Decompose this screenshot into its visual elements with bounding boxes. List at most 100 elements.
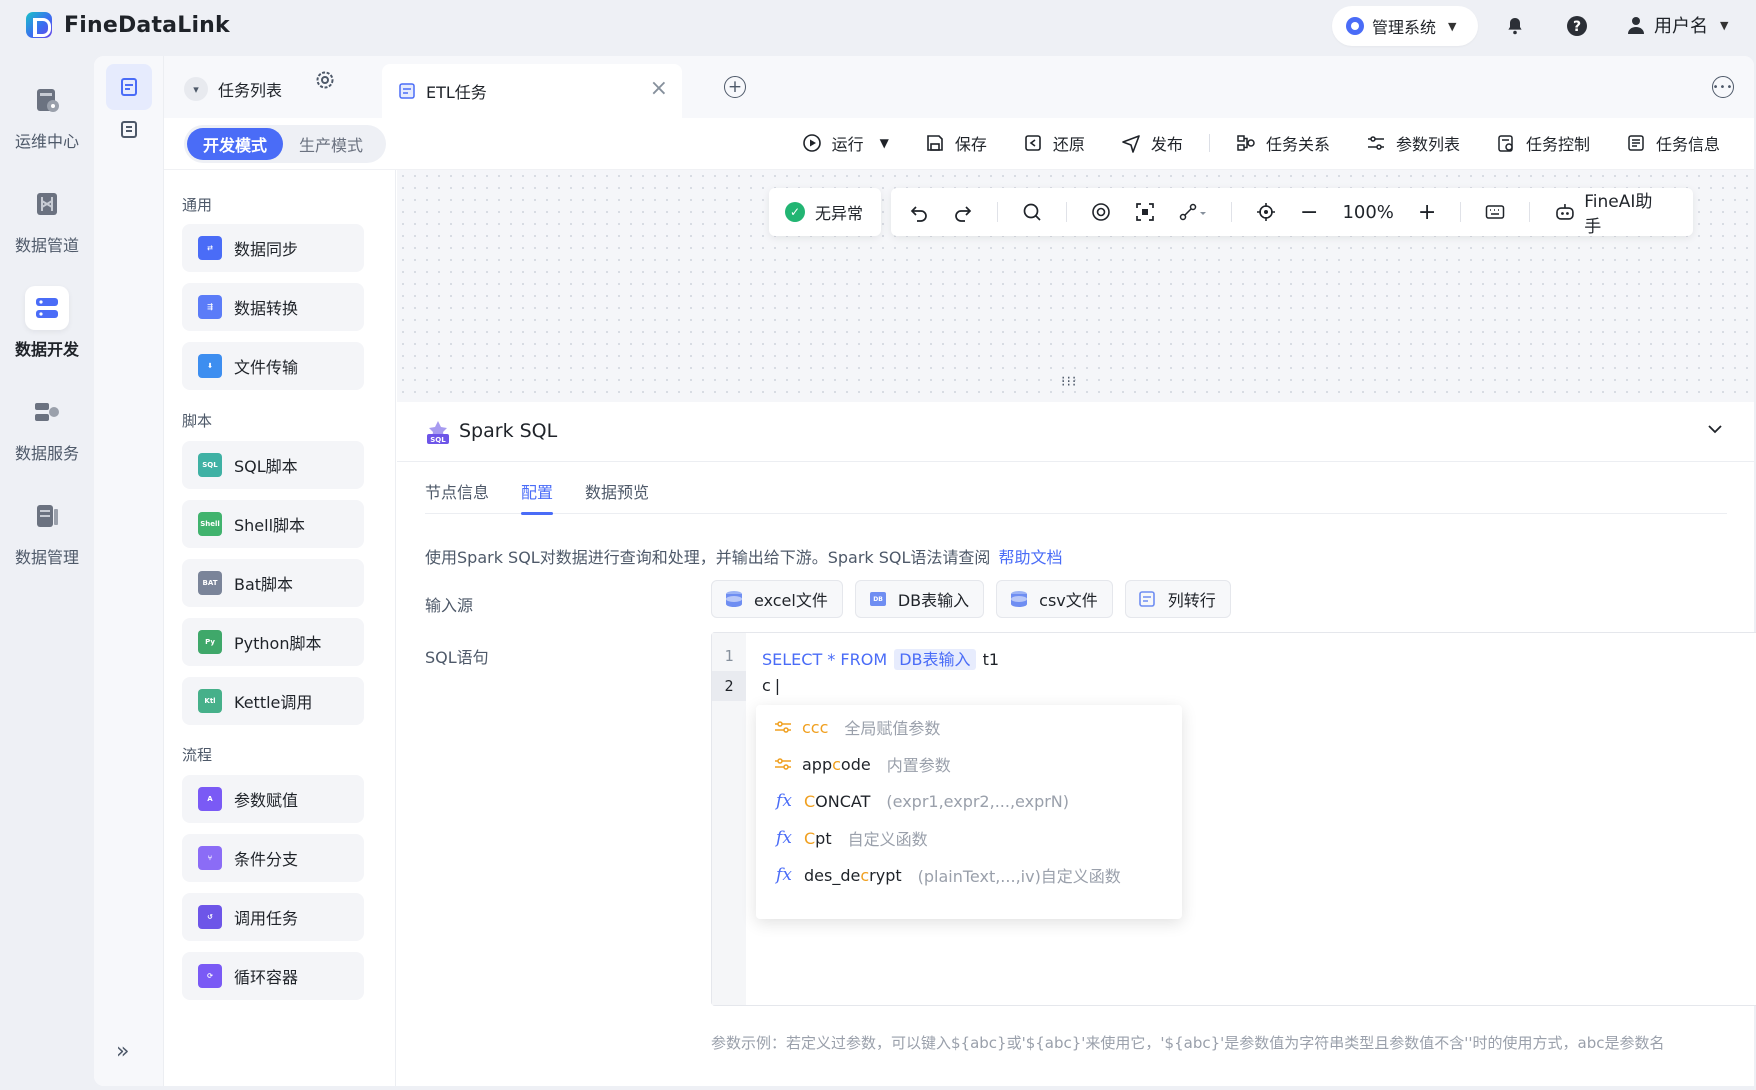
resize-grip-icon[interactable]: ⁝⁝⁝ <box>1061 374 1077 390</box>
input-chip-excel[interactable]: excel文件 <box>711 580 843 618</box>
dev-tasks-icon[interactable] <box>106 64 152 110</box>
restore-icon <box>1025 135 1041 151</box>
task-relations-button[interactable]: 任务关系 <box>1236 131 1330 155</box>
bat-script-icon: BAT <box>198 571 222 595</box>
panel-title: Spark SQL <box>459 420 558 442</box>
left-nav: 运维中心 数据管道 数据开发 数据服务 数据管理 <box>0 52 94 1090</box>
palette-item-file-transfer[interactable]: ⬇ 文件传输 <box>182 342 364 390</box>
nav-label: 数据开发 <box>14 340 79 359</box>
palette-item-kettle-call[interactable]: Ktl Kettle调用 <box>182 677 364 725</box>
expand-sidebar-icon[interactable]: » <box>116 1039 129 1064</box>
eye-icon[interactable] <box>1091 202 1111 222</box>
suggestion-item[interactable]: fx CONCAT (expr1,expr2,...,exprN) <box>774 789 1069 813</box>
tab-etl-task[interactable]: ETL任务 × <box>382 64 682 118</box>
tab-config[interactable]: 配置 <box>521 468 554 515</box>
zoom-out-icon[interactable]: − <box>1300 200 1318 225</box>
logo-icon <box>26 12 52 38</box>
palette-item-label: Python脚本 <box>234 634 322 653</box>
panel-tabs: 节点信息 配置 数据预览 <box>425 468 1727 515</box>
nav-data-dev[interactable]: 数据开发 <box>0 286 94 360</box>
user-menu[interactable]: 用户名 ▼ <box>1626 12 1728 38</box>
tab-task-list[interactable]: ▾ 任务列表 <box>172 66 372 112</box>
palette-item-param-assign[interactable]: A 参数赋值 <box>182 775 364 823</box>
restore-button[interactable]: 还原 <box>1023 131 1085 155</box>
palette-item-loop-container[interactable]: ⟳ 循环容器 <box>182 952 364 1000</box>
keyboard-icon[interactable] <box>1485 204 1505 220</box>
more-icon[interactable]: ••• <box>1712 76 1734 98</box>
close-icon[interactable]: × <box>650 78 668 100</box>
save-icon <box>927 135 943 151</box>
sql-keyword: SELECT * FROM <box>762 650 888 669</box>
system-label: 管理系统 <box>1372 18 1437 37</box>
match-highlight: c <box>860 865 870 885</box>
canvas-divider <box>1066 202 1067 222</box>
system-switcher[interactable]: 管理系统 ▼ <box>1332 6 1478 46</box>
input-chip-csv[interactable]: csv文件 <box>996 580 1113 618</box>
fit-view-icon[interactable] <box>1135 202 1155 222</box>
task-control-button[interactable]: 任务控制 <box>1496 131 1590 155</box>
mode-toggle[interactable]: 开发模式 生产模式 <box>184 125 386 163</box>
tab-node-info[interactable]: 节点信息 <box>425 468 489 514</box>
palette-item-condition-branch[interactable]: ⑂ 条件分支 <box>182 834 364 882</box>
function-icon: fx <box>776 865 792 885</box>
line-number: 1 <box>724 647 734 665</box>
suggestion-item[interactable]: fx des_decrypt (plainText,...,iv)自定义函数 <box>774 863 1121 887</box>
chip-label: excel文件 <box>754 591 828 610</box>
undo-icon[interactable] <box>909 202 929 222</box>
suggestion-item[interactable]: ccc 全局赋值参数 <box>774 715 940 739</box>
clipboard-icon[interactable] <box>106 106 152 152</box>
nav-data-manage[interactable]: 数据管理 <box>0 494 94 568</box>
param-list-button[interactable]: 参数列表 <box>1366 131 1460 155</box>
task-info-button[interactable]: 任务信息 <box>1626 131 1720 155</box>
locate-icon[interactable] <box>1256 202 1276 222</box>
nav-data-pipeline[interactable]: 数据管道 <box>0 182 94 256</box>
palette-item-sql-script[interactable]: SQL SQL脚本 <box>182 441 364 489</box>
chevron-down-icon[interactable]: ▾ <box>184 77 208 101</box>
publish-button[interactable]: 发布 <box>1121 131 1183 155</box>
code-text: c <box>762 676 771 695</box>
help-icon[interactable]: ? <box>1564 13 1590 39</box>
control-label: 任务控制 <box>1525 135 1590 154</box>
palette-item-shell-script[interactable]: Shell Shell脚本 <box>182 500 364 548</box>
add-tab-icon[interactable]: + <box>724 76 746 98</box>
palette-item-label: 循环容器 <box>234 968 299 987</box>
suggestion-item[interactable]: appcode 内置参数 <box>774 752 951 776</box>
collapse-chevron-icon[interactable] <box>1706 420 1724 442</box>
tab-data-preview[interactable]: 数据预览 <box>585 468 649 514</box>
search-icon[interactable] <box>1022 202 1042 222</box>
palette-item-call-task[interactable]: ↺ 调用任务 <box>182 893 364 941</box>
redo-icon[interactable] <box>953 202 973 222</box>
caret-down-icon[interactable]: ▼ <box>880 136 889 150</box>
run-button[interactable]: 运行 ▼ <box>802 131 889 155</box>
mode-dev-button[interactable]: 开发模式 <box>187 128 284 160</box>
input-chip-col-to-row[interactable]: 列转行 <box>1124 580 1231 618</box>
zoom-in-icon[interactable]: + <box>1418 200 1436 225</box>
flow-canvas[interactable]: ✓ 无异常 − 100% + FineAI助手 ⁝⁝⁝ <box>397 170 1754 402</box>
layout-icon[interactable] <box>1179 202 1207 222</box>
help-doc-link[interactable]: 帮助文档 <box>998 548 1062 567</box>
canvas-divider <box>1460 202 1462 222</box>
app-logo[interactable]: FineDataLink <box>26 12 230 38</box>
db-table-icon: DB <box>869 592 886 606</box>
relations-label: 任务关系 <box>1265 135 1330 154</box>
mode-prod-button[interactable]: 生产模式 <box>283 128 379 160</box>
column-to-row-icon <box>1138 591 1155 607</box>
status-indicator[interactable]: ✓ 无异常 <box>769 188 881 236</box>
text-cursor: | <box>774 676 781 695</box>
input-chip-db-table[interactable]: DB DB表输入 <box>854 580 985 618</box>
data-sync-icon: ⇄ <box>198 236 222 260</box>
fineai-assistant-button[interactable]: FineAI助手 <box>1554 187 1669 237</box>
gear-icon[interactable] <box>314 69 336 95</box>
svg-text:SQL: SQL <box>430 436 446 444</box>
nav-ops-center[interactable]: 运维中心 <box>0 78 94 152</box>
palette-item-data-sync[interactable]: ⇄ 数据同步 <box>182 224 364 272</box>
palette-item-data-transform[interactable]: ⇶ 数据转换 <box>182 283 364 331</box>
bell-icon[interactable] <box>1502 13 1528 39</box>
palette-item-python-script[interactable]: Py Python脚本 <box>182 618 364 666</box>
save-button[interactable]: 保存 <box>925 131 987 155</box>
sql-editor[interactable]: 1 2 SELECT * FROM DB表输入 t1 c | ccc 全局赋值参数… <box>711 632 1756 1006</box>
palette-item-bat-script[interactable]: BAT Bat脚本 <box>182 559 364 607</box>
nav-data-service[interactable]: 数据服务 <box>0 390 94 464</box>
folder-icon: ⬇ <box>198 354 222 378</box>
suggestion-item[interactable]: fx Cpt 自定义函数 <box>774 826 928 850</box>
